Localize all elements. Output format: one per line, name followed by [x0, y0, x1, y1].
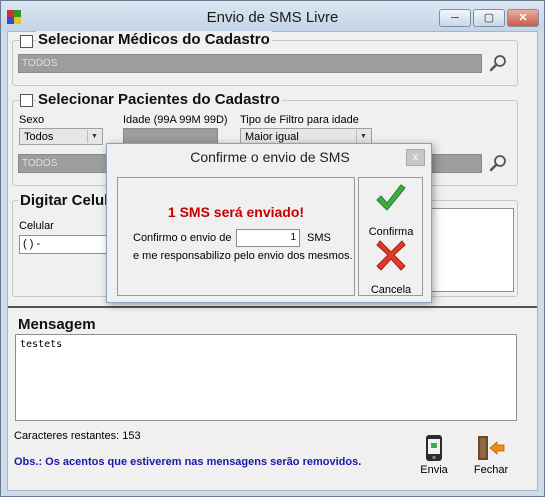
- obs-note: Obs.: Os acentos que estiverem nas mensa…: [14, 456, 362, 468]
- exit-door-icon: [478, 436, 505, 460]
- pacientes-title: Selecionar Pacientes do Cadastro: [36, 91, 282, 108]
- close-form-button[interactable]: Fechar: [469, 432, 513, 480]
- remaining-count: 153: [122, 430, 141, 442]
- dialog-button-panel: Confirma Cancela: [358, 177, 423, 296]
- medicos-checkbox[interactable]: [20, 35, 33, 48]
- title-bar[interactable]: Envio de SMS Livre ─ ▢ ✕: [1, 1, 544, 31]
- sexo-select[interactable]: Todos ▼: [19, 128, 103, 145]
- confirm-button[interactable]: Confirma: [360, 180, 422, 238]
- chevron-down-icon: ▼: [87, 130, 101, 143]
- confirm-prefix: Confirmo o envio de: [133, 232, 232, 244]
- sexo-select-value: Todos: [24, 131, 54, 143]
- remaining-text: Caracteres restantes:: [14, 430, 120, 442]
- medicos-field: TODOS: [18, 54, 482, 73]
- dialog-message-panel: 1 SMS será enviado! Confirmo o envio de …: [117, 177, 355, 296]
- close-form-label: Fechar: [473, 464, 509, 476]
- send-label: Envia: [420, 464, 448, 476]
- filtro-label: Tipo de Filtro para idade: [240, 114, 359, 126]
- chevron-down-icon: ▼: [356, 130, 370, 143]
- pacientes-checkbox[interactable]: [20, 94, 33, 107]
- cancel-button[interactable]: Cancela: [360, 238, 422, 296]
- send-button[interactable]: Envia: [414, 432, 454, 480]
- medicos-title: Selecionar Médicos do Cadastro: [36, 31, 272, 48]
- sms-count-input[interactable]: 1: [236, 229, 300, 247]
- celular-list[interactable]: [430, 208, 514, 292]
- celular-input[interactable]: ( ) -: [19, 235, 111, 254]
- dialog-close-button[interactable]: x: [406, 149, 425, 166]
- magnifier-icon[interactable]: [488, 153, 510, 175]
- sexo-label: Sexo: [19, 114, 45, 126]
- x-cross-icon: [376, 240, 406, 271]
- phone-icon: [426, 435, 442, 461]
- confirm-suffix: SMS: [307, 232, 331, 244]
- confirm-label: Confirma: [368, 226, 414, 238]
- filtro-select-value: Maior igual: [245, 131, 299, 143]
- cancel-label: Cancela: [370, 284, 412, 296]
- magnifier-icon[interactable]: [488, 53, 510, 75]
- confirm-dialog: Confirme o envio de SMS x 1 SMS será env…: [106, 143, 432, 303]
- idade-label: Idade (99A 99M 99D): [123, 114, 228, 126]
- dialog-title: Confirme o envio de SMS: [190, 149, 350, 165]
- remaining-label: Caracteres restantes: 153: [14, 430, 141, 442]
- celular-label: Celular: [19, 220, 54, 232]
- minimize-button[interactable]: ─: [439, 9, 471, 27]
- message-textarea[interactable]: testets: [15, 334, 517, 421]
- checkmark-icon: [376, 184, 406, 211]
- maximize-button[interactable]: ▢: [473, 9, 505, 27]
- dialog-headline: 1 SMS será enviado!: [167, 204, 305, 220]
- divider: [8, 306, 537, 308]
- mensagem-title: Mensagem: [18, 316, 96, 333]
- responsibility-text: e me responsabilizo pelo envio dos mesmo…: [133, 250, 353, 262]
- celular-title: Digitar Celula: [18, 192, 119, 209]
- close-button[interactable]: ✕: [507, 9, 539, 27]
